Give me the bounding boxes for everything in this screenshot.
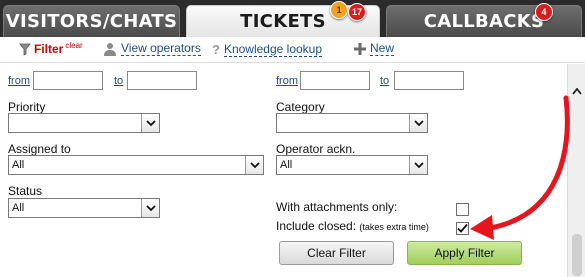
clear-filter-link[interactable]: clear (65, 41, 82, 50)
to-date-link-2[interactable]: to (380, 75, 389, 87)
new-ticket-button[interactable]: New (354, 41, 395, 56)
tab-bar: VISITORS/CHATS TICKETS 1 17 CALLBACKS 4 (0, 0, 585, 37)
knowledge-lookup-label: Knowledge lookup (223, 41, 323, 57)
chevron-down-icon (409, 156, 427, 174)
status-select[interactable]: All (8, 198, 160, 218)
scroll-up-arrow-icon[interactable] (568, 84, 585, 98)
view-operators-button[interactable]: View operators (103, 42, 201, 56)
from-date-input-2[interactable] (300, 71, 370, 90)
include-closed-checkbox[interactable] (456, 222, 469, 235)
category-select[interactable] (276, 113, 428, 133)
operator-ack-select[interactable]: All (276, 155, 428, 175)
toolbar: Filter clear View operators ? Knowledge … (0, 37, 585, 63)
from-date-input[interactable] (33, 71, 103, 90)
knowledge-lookup-button[interactable]: ? Knowledge lookup (212, 41, 323, 57)
chevron-down-icon (141, 114, 159, 132)
to-date-link[interactable]: to (114, 75, 123, 87)
chevron-down-icon (141, 199, 159, 217)
checkmark-icon (457, 223, 468, 233)
apply-filter-button[interactable]: Apply Filter (407, 241, 522, 265)
scrollbar-thumb[interactable] (572, 234, 582, 276)
include-closed-text: Include closed: (276, 219, 357, 233)
filter-button[interactable]: Filter clear (19, 41, 83, 56)
from-date-link[interactable]: from (8, 75, 30, 87)
tab-visitors-chats[interactable]: VISITORS/CHATS (3, 5, 180, 37)
attachments-checkbox[interactable] (456, 203, 469, 216)
from-date-link-2[interactable]: from (276, 75, 298, 87)
assigned-to-label: Assigned to (8, 142, 71, 156)
include-closed-note: (takes extra time) (359, 222, 429, 232)
attachments-label: With attachments only: (276, 200, 398, 214)
filter-label: Filter (34, 42, 64, 56)
status-label: Status (8, 184, 43, 198)
chevron-down-icon (409, 114, 427, 132)
include-closed-label: Include closed: (takes extra time) (276, 219, 429, 233)
operator-ack-label: Operator ackn. (276, 142, 356, 156)
priority-select[interactable] (8, 113, 160, 133)
filter-panel: from to from to Priority Category Assign… (0, 64, 585, 277)
tab-callbacks-label: CALLBACKS (423, 11, 545, 32)
assigned-to-value: All (12, 159, 25, 171)
tickets-badge-count: 17 (348, 3, 366, 21)
view-operators-label: View operators (121, 41, 201, 56)
chevron-down-icon (245, 156, 263, 174)
plus-icon (354, 43, 366, 55)
assigned-to-select[interactable]: All (8, 155, 264, 175)
to-date-input-2[interactable] (394, 71, 464, 90)
category-label: Category (276, 100, 325, 114)
operator-ack-value: All (280, 159, 293, 171)
question-icon: ? (212, 42, 220, 57)
status-value: All (12, 202, 25, 214)
priority-label: Priority (8, 100, 46, 114)
tab-tickets-label: TICKETS (240, 11, 326, 32)
callbacks-badge-count: 4 (535, 3, 553, 21)
tickets-badge-new: 1 (330, 1, 348, 19)
filter-icon (19, 43, 31, 56)
clear-filter-button[interactable]: Clear Filter (279, 241, 394, 265)
tab-visitors-chats-label: VISITORS/CHATS (5, 11, 178, 32)
scrollbar[interactable] (567, 64, 585, 277)
new-label: New (370, 41, 395, 56)
operator-icon (103, 42, 117, 56)
to-date-input[interactable] (127, 71, 197, 90)
